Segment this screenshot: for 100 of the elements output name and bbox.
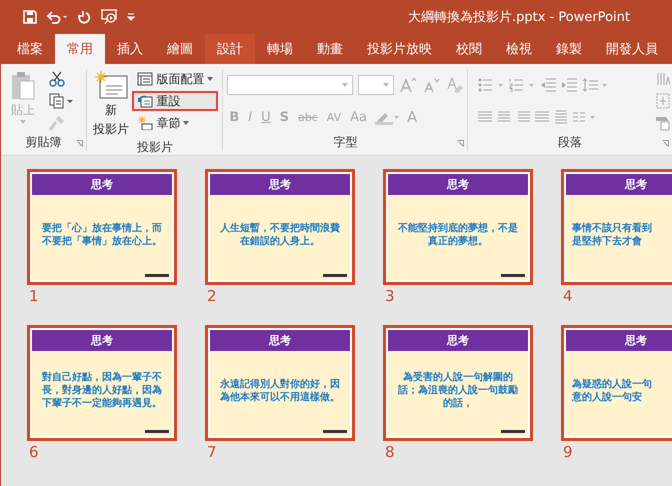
- slide-number: 1: [28, 286, 40, 307]
- clipboard-icon: [10, 71, 36, 101]
- ribbon-tab[interactable]: 繪圖: [155, 34, 205, 64]
- increase-indent-icon[interactable]: [561, 78, 578, 92]
- ribbon-command[interactable]: 章節: [132, 113, 218, 133]
- redo-icon[interactable]: [77, 10, 91, 24]
- slide-text: 人生短暫，不要把時間浪費在錯誤的人身上。: [218, 222, 341, 248]
- slide-thumbnail[interactable]: 思考 為受害的人說一句解圍的話；為沮喪的人說一句鼓勵的話，: [383, 325, 533, 441]
- group-label: 段落: [558, 134, 582, 150]
- slide-thumbnail[interactable]: 思考 人生短暫，不要把時間浪費在錯誤的人身上。: [205, 169, 355, 285]
- ribbon-tab[interactable]: 開發人員: [594, 34, 670, 64]
- ribbon-command[interactable]: 重設: [132, 91, 218, 111]
- text-direction-icon[interactable]: [656, 71, 670, 87]
- format-painter-icon[interactable]: [49, 115, 65, 131]
- ribbon-tab[interactable]: 校閱: [444, 34, 494, 64]
- slide-thumbnail[interactable]: 思考 不能堅持到底的夢想，不是真正的夢想。: [383, 169, 533, 285]
- customize-icon[interactable]: [127, 13, 135, 21]
- slide-text: 意的人說一句安: [572, 390, 642, 404]
- distributed-icon[interactable]: [554, 110, 568, 124]
- dropdown-icon: [183, 121, 190, 125]
- ribbon-tab[interactable]: 檢視: [494, 34, 544, 64]
- slide-text: 不能堅持到底的夢想，不是真正的夢想。: [396, 222, 519, 248]
- ribbon-tab[interactable]: 插入: [105, 34, 155, 64]
- dropdown-icon: [383, 83, 390, 87]
- slide-title: 思考: [210, 330, 350, 351]
- cut-icon[interactable]: [49, 71, 65, 87]
- ribbon-tab[interactable]: 轉場: [255, 34, 305, 64]
- ribbon-tab[interactable]: 檔案: [5, 34, 55, 64]
- align-center-icon[interactable]: [497, 111, 512, 123]
- signature-drawing: [145, 430, 169, 433]
- slideshow-icon[interactable]: [100, 9, 118, 25]
- dialog-launcher-icon[interactable]: [76, 140, 84, 147]
- slide-number: 6: [28, 442, 40, 463]
- smartart-icon[interactable]: [656, 115, 670, 131]
- signature-drawing: [323, 430, 347, 433]
- save-icon[interactable]: [23, 10, 37, 24]
- slide-title: 思考: [32, 174, 172, 195]
- font-size-field[interactable]: [358, 75, 394, 95]
- slide-thumbnail[interactable]: 思考 永遠記得別人對你的好，因為他本來可以不用這樣做。: [205, 325, 355, 441]
- signature-drawing: [323, 274, 347, 277]
- slide-text: 永遠記得別人對你的好，因為他本來可以不用這樣做。: [218, 378, 341, 404]
- numbering-icon[interactable]: [509, 78, 536, 92]
- slide-thumbnail[interactable]: 思考 要把「心」放在事情上，而不要把「事情」放在心上。: [27, 169, 177, 285]
- decrease-indent-icon[interactable]: [540, 78, 556, 92]
- slide-title: 思考: [210, 174, 350, 195]
- group-label: 字型: [333, 134, 358, 150]
- dialog-launcher-icon[interactable]: [457, 140, 464, 147]
- slide-text: 為疑惑的人說一句: [572, 378, 652, 390]
- align-text-icon[interactable]: [656, 93, 670, 109]
- slide-text: 為受害的人說一句解圍的話；為沮喪的人說一句鼓勵的話，: [397, 371, 519, 410]
- slide-thumbnail[interactable]: 思考 對自己好點，因為一輩子不長，對身邊的人好點，因為下輩子不一定能夠再遇見。: [27, 325, 177, 441]
- slide-number: 4: [562, 286, 574, 307]
- font-name-field[interactable]: [227, 75, 354, 95]
- window-title: 大綱轉換為投影片.pptx - PowerPoint: [407, 9, 630, 26]
- slide-number: 9: [562, 442, 574, 463]
- slide-number: 7: [206, 442, 218, 463]
- dropdown-icon: [20, 120, 26, 124]
- justify-icon[interactable]: [535, 111, 550, 123]
- undo-icon[interactable]: [46, 10, 68, 24]
- line-spacing-icon[interactable]: [582, 78, 608, 92]
- signature-drawing: [501, 274, 525, 277]
- dropdown-icon: [342, 83, 348, 87]
- section-icon: [137, 116, 154, 130]
- group-label: 投影片: [136, 139, 173, 156]
- slide-title: 思考: [566, 330, 672, 351]
- bullets-icon[interactable]: [478, 78, 504, 92]
- new-slide-icon: [94, 71, 128, 101]
- layout-icon: [137, 72, 154, 86]
- signature-drawing: [145, 274, 169, 277]
- slide-number: 3: [384, 286, 396, 307]
- slide-text: 要把「心」放在事情上，而不要把「事情」放在心上。: [40, 222, 163, 248]
- signature-drawing: [501, 430, 525, 433]
- slide-text: 是堅持下去才會: [572, 234, 642, 248]
- ribbon-tab[interactable]: 錄製: [544, 34, 594, 64]
- slide-thumbnail[interactable]: 思考 為疑惑的人說一句 意的人說一句安: [561, 325, 672, 441]
- slide-title: 思考: [32, 330, 172, 351]
- reset-icon: [137, 94, 154, 108]
- ribbon-tab[interactable]: 常用: [55, 34, 105, 64]
- align-right-icon[interactable]: [516, 111, 530, 123]
- slide-text: 對自己好點，因為一輩子不長，對身邊的人好點，因為下輩子不一定能夠再遇見。: [41, 371, 163, 410]
- slide-title: 思考: [566, 174, 672, 195]
- dialog-launcher-icon[interactable]: [662, 140, 669, 147]
- group-label: 剪貼簿: [26, 134, 62, 150]
- slide-title: 思考: [388, 330, 528, 351]
- ribbon-tab[interactable]: 設計: [205, 34, 255, 64]
- clear-formatting-icon[interactable]: [445, 77, 464, 93]
- slide-number: 8: [384, 442, 396, 463]
- columns-icon[interactable]: [573, 111, 598, 123]
- slide-thumbnail[interactable]: 思考 事情不該只有看到 是堅持下去才會: [561, 169, 672, 285]
- new-slide-button[interactable]: 新 投影片: [91, 69, 130, 139]
- copy-icon[interactable]: [49, 93, 73, 109]
- shrink-font-icon[interactable]: [422, 77, 440, 93]
- slide-text: 事情不該只有看到: [572, 222, 652, 234]
- dropdown-icon: [207, 77, 214, 81]
- ribbon-tab[interactable]: 動畫: [305, 34, 355, 64]
- slide-number: 2: [206, 286, 218, 307]
- grow-font-icon[interactable]: [399, 77, 418, 93]
- ribbon-tab[interactable]: 投影片放映: [355, 34, 444, 64]
- ribbon-command[interactable]: 版面配置: [132, 69, 218, 89]
- align-left-icon[interactable]: [478, 111, 492, 123]
